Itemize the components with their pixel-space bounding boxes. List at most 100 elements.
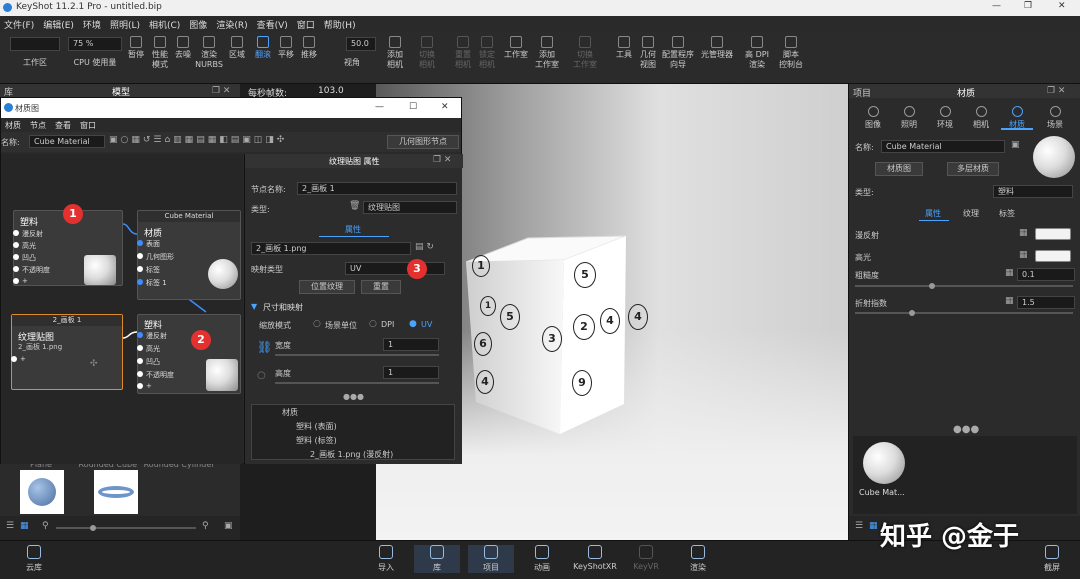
- tab-lighting[interactable]: 照明: [893, 106, 925, 130]
- region-button[interactable]: 区域: [226, 36, 248, 60]
- cube-material-node[interactable]: Cube Material 材质 表面 几何图形 标签 标签 1: [137, 210, 241, 300]
- refraction-index-slider[interactable]: [855, 312, 1073, 314]
- refraction-index-knob[interactable]: [909, 310, 915, 316]
- position-texture-button[interactable]: 位置纹理: [299, 280, 355, 294]
- height-input[interactable]: 1: [383, 366, 439, 379]
- node-port[interactable]: 凹凸: [13, 253, 36, 263]
- folder-icon[interactable]: ▣: [224, 521, 233, 531]
- tree-item-plastic-surface[interactable]: 塑料 (表面): [296, 421, 337, 432]
- subtab-texture[interactable]: 纹理: [963, 208, 979, 219]
- add-studio-button[interactable]: 添加 工作室: [532, 36, 562, 70]
- panel-dock-icon[interactable]: ❐ ✕: [212, 86, 230, 96]
- roughness-slider[interactable]: [855, 285, 1073, 287]
- screenshot-button[interactable]: 截屏: [1032, 545, 1072, 573]
- subtab-properties[interactable]: 属性: [925, 208, 941, 219]
- pan-button[interactable]: 平移: [275, 36, 297, 60]
- thumbnail-size-knob[interactable]: [90, 525, 96, 531]
- link-icon[interactable]: ⛓: [257, 340, 272, 354]
- menu-help[interactable]: 帮助(H): [324, 18, 356, 31]
- save-material-icon[interactable]: ▣: [1011, 140, 1020, 150]
- cpu-usage-select[interactable]: 75 %: [68, 37, 122, 51]
- map-type-select[interactable]: UV: [345, 262, 445, 275]
- scale-option-uv[interactable]: UV: [421, 320, 432, 329]
- project-button[interactable]: 项目: [468, 545, 514, 573]
- width-input[interactable]: 1: [383, 338, 439, 351]
- delete-icon[interactable]: 🗑: [349, 201, 360, 211]
- node-port[interactable]: 凹凸: [137, 357, 160, 367]
- menu-edit[interactable]: 编辑(E): [43, 18, 74, 31]
- dice-cube[interactable]: [456, 224, 686, 436]
- library-item-plane[interactable]: [20, 470, 64, 514]
- tumble-button[interactable]: 翻滚: [252, 36, 274, 60]
- maximize-button[interactable]: ❐: [1024, 1, 1032, 11]
- node-port[interactable]: 标签: [137, 265, 160, 275]
- mg-toolbar-icons[interactable]: ▣○▦↺☰⌂▥▦▤▦◧▤▣◫◨✣: [109, 135, 287, 145]
- refraction-index-input[interactable]: 1.5: [1017, 296, 1075, 309]
- multi-layer-material-button[interactable]: 多层材质: [947, 162, 999, 176]
- node-port[interactable]: 高光: [13, 241, 36, 251]
- height-slider[interactable]: [275, 382, 439, 384]
- texture-map-node[interactable]: 2_画板 1 纹理贴图 2_画板 1.png + ✣: [11, 314, 123, 390]
- radio-off-icon[interactable]: ○: [369, 319, 377, 329]
- texture-slot-icon[interactable]: ▦: [1005, 268, 1014, 278]
- unlink-icon[interactable]: ○: [257, 370, 266, 381]
- node-port[interactable]: 表面: [137, 239, 160, 249]
- more-dots[interactable]: ●●●: [343, 392, 364, 401]
- tab-material[interactable]: 材质: [1001, 106, 1033, 130]
- mg-menu-window[interactable]: 窗口: [80, 120, 96, 131]
- node-port[interactable]: 标签 1: [137, 278, 167, 288]
- texture-slot-icon[interactable]: ▦: [1005, 296, 1014, 306]
- workspace-button[interactable]: 工作区: [14, 58, 56, 68]
- mg-minimize-button[interactable]: —: [375, 102, 384, 112]
- switch-camera-button[interactable]: 切换 相机: [414, 36, 440, 70]
- mg-name-field[interactable]: Cube Material: [29, 135, 105, 148]
- menu-camera[interactable]: 相机(C): [149, 18, 180, 31]
- material-type-select[interactable]: 塑料: [993, 185, 1073, 198]
- cloud-library-button[interactable]: 云库: [14, 545, 54, 573]
- menu-lighting[interactable]: 照明(L): [110, 18, 140, 31]
- section-size-mapping[interactable]: 尺寸和映射: [263, 302, 303, 313]
- list-view-icon[interactable]: ☰: [6, 521, 14, 531]
- panel-dock-icon[interactable]: ❐ ✕: [1047, 86, 1065, 96]
- folder-icon[interactable]: ▤ ↻: [415, 242, 434, 252]
- mg-maximize-button[interactable]: ☐: [409, 102, 417, 112]
- type-select[interactable]: 纹理贴图: [363, 201, 457, 214]
- roughness-knob[interactable]: [929, 283, 935, 289]
- material-graph-button[interactable]: 材质图: [875, 162, 923, 176]
- diffuse-color-swatch[interactable]: [1035, 228, 1071, 240]
- specular-color-swatch[interactable]: [1035, 250, 1071, 262]
- node-port[interactable]: +: [137, 382, 152, 390]
- reset-button[interactable]: 重置: [361, 280, 401, 294]
- texture-slot-icon[interactable]: ▦: [1019, 250, 1028, 260]
- reset-camera-button[interactable]: 重置 相机: [450, 36, 476, 70]
- import-button[interactable]: 导入: [366, 545, 406, 573]
- render-button[interactable]: 渲染: [678, 545, 718, 573]
- fov-input[interactable]: 50.0: [346, 37, 376, 51]
- thumbnail-size-slider[interactable]: [56, 527, 196, 529]
- keyvr-button[interactable]: KeyVR: [626, 545, 666, 571]
- prop-dock-icon[interactable]: ❐ ✕: [433, 155, 451, 165]
- performance-mode-button[interactable]: 性能 模式: [148, 36, 172, 70]
- material-thumb-ball[interactable]: [863, 442, 905, 484]
- close-button[interactable]: ✕: [1058, 1, 1066, 11]
- light-manager-button[interactable]: 光管理器: [698, 36, 736, 60]
- zoom-in-icon[interactable]: ⚲: [202, 521, 209, 531]
- tools-button[interactable]: 工具: [612, 36, 636, 60]
- radio-off-icon[interactable]: ○: [313, 319, 321, 329]
- tree-item-plastic-label[interactable]: 塑料 (标签): [296, 435, 337, 446]
- width-slider[interactable]: [275, 354, 439, 356]
- high-dpi-render-button[interactable]: 高 DPI 渲染: [742, 36, 772, 70]
- script-console-button[interactable]: 脚本 控制台: [776, 36, 806, 70]
- scale-option-scene-units[interactable]: 场景单位: [325, 320, 357, 331]
- dolly-button[interactable]: 推移: [298, 36, 320, 60]
- mg-menu-material[interactable]: 材质: [5, 120, 21, 131]
- tab-scene[interactable]: 场景: [1039, 106, 1071, 130]
- node-port[interactable]: +: [13, 277, 28, 285]
- list-view-icon[interactable]: ☰: [855, 521, 863, 531]
- keyshotxr-button[interactable]: KeyShotXR: [570, 545, 620, 571]
- tab-environment[interactable]: 环境: [929, 106, 961, 130]
- add-camera-button[interactable]: 添加 相机: [382, 36, 408, 70]
- node-graph-canvas[interactable]: 塑料 漫反射 高光 凹凸 不透明度 + Cube Material 材质 表面 …: [1, 154, 243, 464]
- radio-on-icon[interactable]: ●: [409, 319, 417, 329]
- geometry-node-button[interactable]: 几何图形节点: [387, 135, 459, 149]
